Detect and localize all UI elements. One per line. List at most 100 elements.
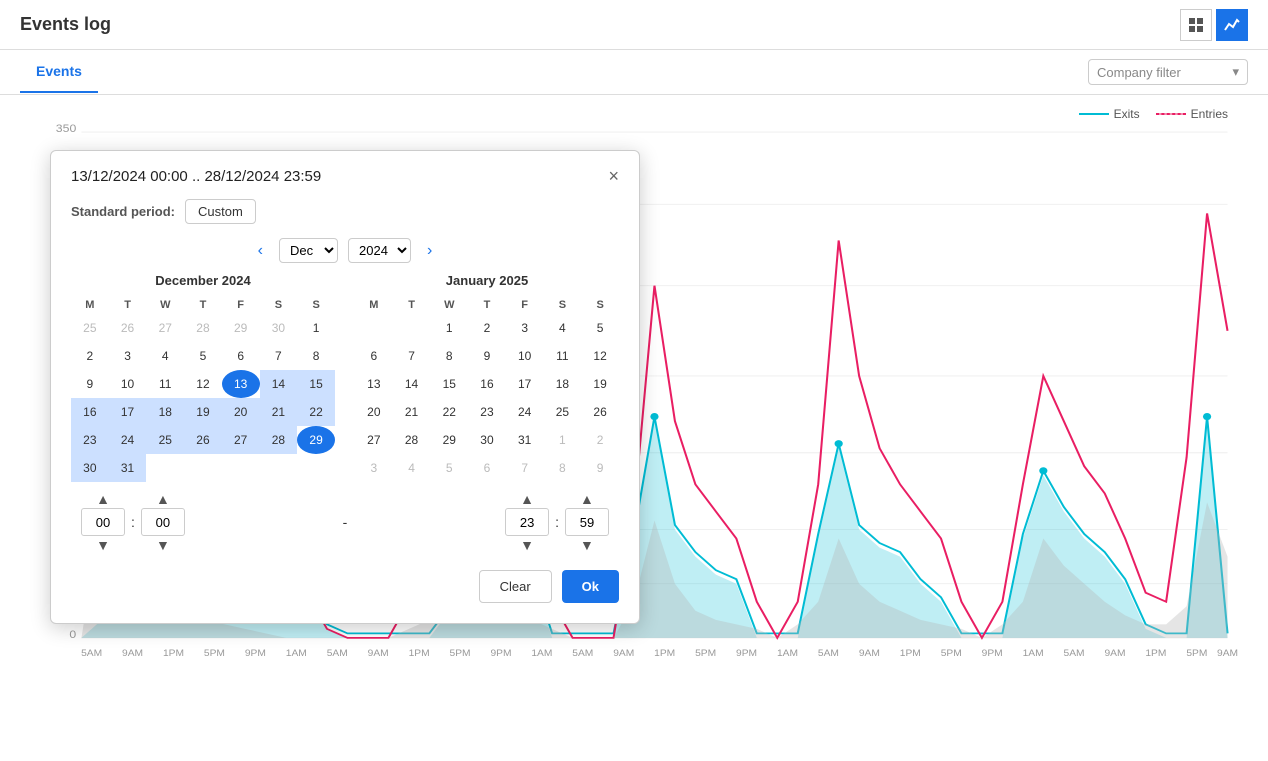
year-select[interactable]: 202320242025 [348, 238, 411, 263]
end-hour-down[interactable]: ▼ [520, 538, 534, 552]
table-row[interactable]: 8 [297, 342, 335, 370]
table-row[interactable]: 2 [468, 314, 506, 342]
table-row[interactable]: 17 [109, 398, 147, 426]
table-row[interactable]: 20 [222, 398, 260, 426]
table-row[interactable]: 13 [222, 370, 260, 398]
table-row[interactable]: 12 [581, 342, 619, 370]
table-row[interactable]: 5 [184, 342, 222, 370]
table-row[interactable]: 28 [260, 426, 298, 454]
table-row[interactable]: 7 [506, 454, 544, 482]
table-row[interactable]: 25 [146, 426, 184, 454]
table-row[interactable]: 21 [393, 398, 431, 426]
table-row[interactable]: 26 [109, 314, 147, 342]
close-button[interactable]: × [608, 167, 619, 185]
table-row[interactable]: 5 [430, 454, 468, 482]
table-row[interactable]: 22 [297, 398, 335, 426]
table-row[interactable]: 6 [222, 342, 260, 370]
start-hour-down[interactable]: ▼ [96, 538, 110, 552]
table-row[interactable]: 28 [184, 314, 222, 342]
table-row[interactable]: 18 [146, 398, 184, 426]
table-row[interactable]: 15 [297, 370, 335, 398]
table-row[interactable]: 12 [184, 370, 222, 398]
table-row[interactable]: 24 [109, 426, 147, 454]
table-row[interactable]: 10 [109, 370, 147, 398]
table-row[interactable]: 31 [506, 426, 544, 454]
table-row[interactable]: 5 [581, 314, 619, 342]
table-row[interactable]: 13 [355, 370, 393, 398]
month-select[interactable]: JanFebMarApr MayJunJulAug SepOctNovDec [279, 238, 338, 263]
table-row[interactable]: 19 [184, 398, 222, 426]
table-row[interactable]: 2 [581, 426, 619, 454]
table-row[interactable]: 22 [430, 398, 468, 426]
end-minute-up[interactable]: ▲ [580, 492, 594, 506]
table-row[interactable]: 7 [260, 342, 298, 370]
company-filter-dropdown[interactable]: Company filter ▾ [1088, 59, 1248, 85]
table-row[interactable]: 27 [355, 426, 393, 454]
table-row[interactable]: 3 [506, 314, 544, 342]
table-row[interactable]: 29 [430, 426, 468, 454]
table-row[interactable]: 20 [355, 398, 393, 426]
clear-button[interactable]: Clear [479, 570, 552, 603]
table-row[interactable]: 25 [544, 398, 582, 426]
end-minute-down[interactable]: ▼ [580, 538, 594, 552]
start-hour-input[interactable] [81, 508, 125, 536]
table-row[interactable]: 9 [71, 370, 109, 398]
chart-view-button[interactable] [1216, 9, 1248, 41]
table-row[interactable]: 17 [506, 370, 544, 398]
table-row[interactable]: 16 [468, 370, 506, 398]
table-row[interactable]: 26 [581, 398, 619, 426]
end-hour-up[interactable]: ▲ [520, 492, 534, 506]
table-row[interactable]: 25 [71, 314, 109, 342]
table-row[interactable]: 4 [544, 314, 582, 342]
tab-events[interactable]: Events [20, 51, 98, 93]
table-row[interactable]: 9 [581, 454, 619, 482]
table-row[interactable]: 15 [430, 370, 468, 398]
standard-period-button[interactable]: Custom [185, 199, 256, 224]
end-minute-input[interactable] [565, 508, 609, 536]
table-row[interactable]: 11 [544, 342, 582, 370]
next-month-button[interactable]: › [421, 242, 438, 260]
table-row[interactable]: 31 [109, 454, 147, 482]
table-row[interactable]: 26 [184, 426, 222, 454]
ok-button[interactable]: Ok [562, 570, 619, 603]
table-row[interactable]: 3 [355, 454, 393, 482]
table-row[interactable]: 23 [468, 398, 506, 426]
end-hour-input[interactable] [505, 508, 549, 536]
table-row[interactable]: 27 [146, 314, 184, 342]
table-row[interactable]: 16 [71, 398, 109, 426]
table-row[interactable]: 4 [393, 454, 431, 482]
table-row[interactable]: 10 [506, 342, 544, 370]
table-row[interactable]: 24 [506, 398, 544, 426]
table-row[interactable]: 1 [430, 314, 468, 342]
start-minute-input[interactable] [141, 508, 185, 536]
table-row[interactable]: 4 [146, 342, 184, 370]
table-row[interactable]: 30 [260, 314, 298, 342]
start-minute-up[interactable]: ▲ [156, 492, 170, 506]
prev-month-button[interactable]: ‹ [252, 242, 269, 260]
start-hour-up[interactable]: ▲ [96, 492, 110, 506]
table-row[interactable]: 18 [544, 370, 582, 398]
table-row[interactable]: 8 [544, 454, 582, 482]
table-row[interactable]: 1 [297, 314, 335, 342]
table-row[interactable]: 6 [355, 342, 393, 370]
table-row[interactable]: 8 [430, 342, 468, 370]
table-row[interactable]: 9 [468, 342, 506, 370]
table-row[interactable]: 6 [468, 454, 506, 482]
table-row[interactable]: 28 [393, 426, 431, 454]
table-row[interactable]: 30 [71, 454, 109, 482]
table-row[interactable]: 14 [260, 370, 298, 398]
table-row[interactable]: 30 [468, 426, 506, 454]
start-minute-down[interactable]: ▼ [156, 538, 170, 552]
table-row[interactable]: 29 [222, 314, 260, 342]
table-row[interactable]: 7 [393, 342, 431, 370]
table-row[interactable]: 21 [260, 398, 298, 426]
table-row[interactable]: 23 [71, 426, 109, 454]
table-row[interactable]: 1 [544, 426, 582, 454]
table-row[interactable]: 14 [393, 370, 431, 398]
grid-view-button[interactable] [1180, 9, 1212, 41]
table-row[interactable]: 29 [297, 426, 335, 454]
table-row[interactable]: 2 [71, 342, 109, 370]
table-row[interactable]: 19 [581, 370, 619, 398]
table-row[interactable]: 3 [109, 342, 147, 370]
table-row[interactable]: 27 [222, 426, 260, 454]
